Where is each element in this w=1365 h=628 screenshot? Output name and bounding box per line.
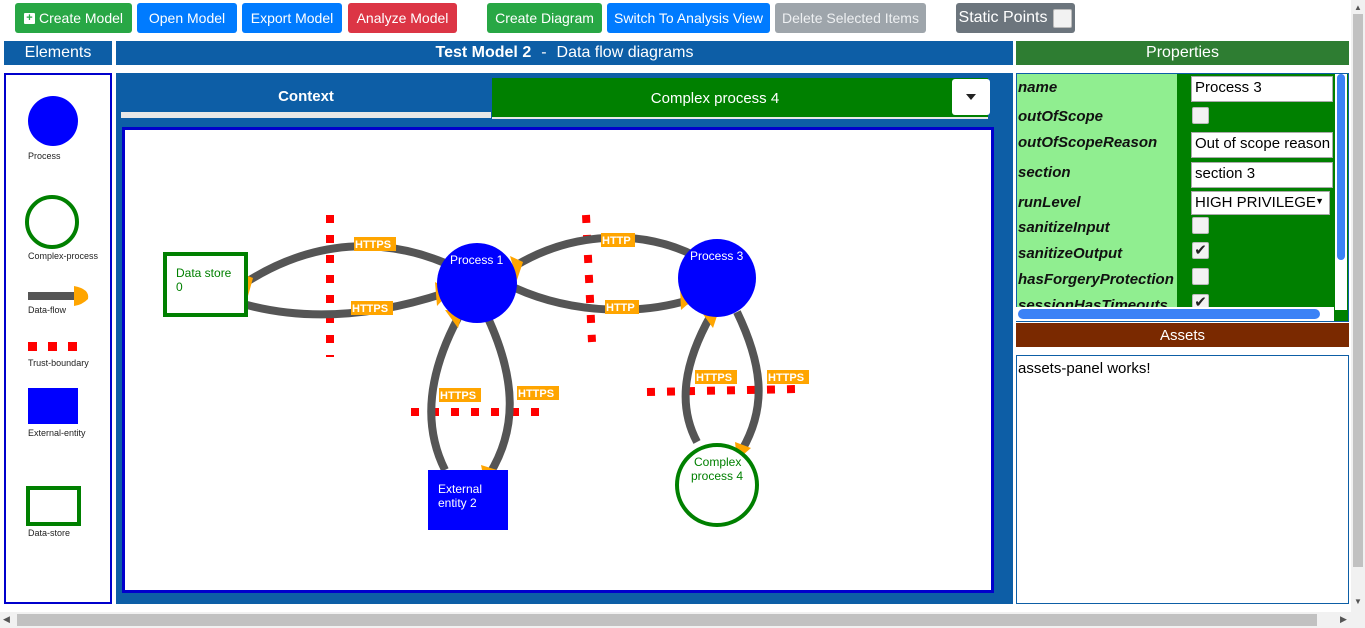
node-process-1-label: Process 1 [450,253,504,267]
prop-section-input[interactable]: section 3 [1191,162,1333,188]
flow-label-p3-cp-left: HTTPS [696,372,732,384]
flow-label-p1-ext-right: HTTPS [518,388,554,400]
plus-square-icon: + [23,12,35,24]
open-model-button[interactable]: Open Model [137,3,237,33]
palette-data-store-shape[interactable] [26,486,81,526]
palette-process-shape[interactable] [28,96,78,146]
node-process-3-label: Process 3 [690,249,744,263]
diagram-svg: HTTPS HTTPS HTTP HTTP HTTPS HTTPS HTTPS … [163,214,809,530]
palette-data-flow-shape[interactable] [28,286,89,306]
flow-label-p1-p3-bottom: HTTP [606,302,635,314]
flow-label-ds-p1-bottom: HTTPS [352,303,388,315]
tab-complex-process-4[interactable]: Complex process 4 [492,78,988,118]
prop-label-outofscope: outOfScope [1018,108,1103,125]
tab-context[interactable]: Context [121,78,491,114]
scroll-up-icon[interactable]: ▲ [1354,3,1362,12]
prop-runlevel-select[interactable]: HIGH PRIVILEGE ▼ [1191,191,1330,215]
scroll-down-icon[interactable]: ▼ [1354,597,1362,606]
prop-label-runlevel: runLevel [1018,194,1081,211]
node-external-entity-2-label-1: External [438,482,482,496]
properties-horizontal-scrollbar[interactable] [1016,307,1334,321]
diagram-area: Context Complex process 4 HTTPS HTTPS HT… [116,73,1013,604]
elements-palette: Process Complex-process Data-flow Trust-… [4,73,112,604]
properties-vertical-thumb[interactable] [1337,74,1345,260]
prop-outofscopereason-input[interactable]: Out of scope reason [1191,132,1333,158]
create-diagram-button[interactable]: Create Diagram [487,3,602,33]
flow-p1-to-ext-right[interactable] [483,314,514,478]
palette-trust-boundary-shape[interactable] [28,342,77,351]
page-horizontal-thumb[interactable] [17,614,1317,626]
model-name: Test Model 2 [435,44,532,61]
scroll-right-icon[interactable]: ▶ [1340,614,1347,625]
palette-label-data-store: Data-store [28,528,71,538]
prop-outofscope-checkbox[interactable] [1192,107,1209,124]
checkmark-icon: ✔ [1194,242,1207,259]
prop-label-section: section [1018,164,1071,181]
node-data-store-0-label-1: Data store [176,266,232,280]
select-arrow-icon: ▼ [1315,196,1324,206]
delete-selected-button[interactable]: Delete Selected Items [775,3,926,33]
palette-external-entity-shape[interactable] [28,388,78,424]
prop-hasforgeryprotection-checkbox[interactable] [1192,268,1209,285]
palette-label-process: Process [28,151,61,161]
static-points-checkbox[interactable] [1053,8,1073,28]
properties-vertical-scrollbar[interactable] [1335,74,1347,310]
prop-runlevel-value: HIGH PRIVILEGE [1195,194,1316,211]
prop-label-outofscopereason: outOfScopeReason [1018,134,1158,151]
trust-boundary-4[interactable] [646,385,798,396]
node-complex-process-4-label-2: process 4 [691,469,743,483]
create-model-label: Create Model [38,10,124,26]
node-complex-process-4-label-1: Complex [694,455,741,469]
title-separator: - [541,44,547,61]
properties-header: Properties [1016,41,1349,65]
flow-p3-to-cp-right[interactable] [733,310,763,452]
flow-ds-to-p1-top[interactable] [242,242,447,287]
node-data-store-0-label-2: 0 [176,280,183,294]
page-vertical-thumb[interactable] [1353,14,1363,567]
flow-ds-to-p1-bottom[interactable] [245,289,447,319]
palette-label-trust-boundary: Trust-boundary [28,358,89,368]
prop-name-input[interactable]: Process 3 [1191,76,1333,102]
palette-label-external-entity: External-entity [28,428,86,438]
trust-boundary-2[interactable] [582,214,596,343]
create-model-button[interactable]: + Create Model [15,3,132,33]
prop-label-sanitizeoutput: sanitizeOutput [1018,245,1123,262]
diagram-type: Data flow diagrams [556,44,694,61]
prop-label-sanitizeinput: sanitizeInput [1018,219,1110,236]
node-external-entity-2-label-2: entity 2 [438,496,477,510]
flow-label-p3-cp-right: HTTPS [768,372,804,384]
prop-label-hasforgeryprotection: hasForgeryProtection [1018,271,1174,288]
prop-label-name: name [1018,79,1058,96]
palette-label-complex-process: Complex-process [28,251,99,261]
assets-panel: assets-panel works! [1016,355,1349,604]
flow-label-ds-p1-top: HTTPS [355,239,391,251]
tab-complex-indicator [492,117,988,119]
page-horizontal-scrollbar[interactable]: ◀ ▶ [0,612,1365,628]
diagram-title: Test Model 2 - Data flow diagrams [116,41,1013,65]
flow-label-p1-p3-top: HTTP [602,235,631,247]
scroll-left-icon[interactable]: ◀ [3,614,10,625]
static-points-label: Static Points [958,9,1048,26]
switch-view-button[interactable]: Switch To Analysis View [607,3,770,33]
analyze-model-button[interactable]: Analyze Model [348,3,457,33]
prop-sanitizeoutput-checkbox[interactable]: ✔ [1192,242,1209,259]
palette-complex-process-shape[interactable] [25,195,79,249]
tab-complex-label: Complex process 4 [650,89,780,107]
flow-label-p1-ext-left: HTTPS [440,390,476,402]
assets-header: Assets [1016,323,1349,347]
static-points-toggle[interactable]: Static Points [956,3,1075,33]
palette-label-data-flow: Data-flow [28,305,67,315]
caret-down-icon [966,94,976,100]
tab-dropdown-button[interactable] [952,79,990,115]
properties-horizontal-thumb[interactable] [1018,309,1320,319]
export-model-button[interactable]: Export Model [242,3,342,33]
page-vertical-scrollbar[interactable]: ▲ ▼ [1351,0,1365,612]
tab-context-indicator [121,112,491,118]
diagram-canvas[interactable]: HTTPS HTTPS HTTP HTTP HTTPS HTTPS HTTPS … [122,127,994,593]
elements-header: Elements [4,41,112,65]
prop-sanitizeinput-checkbox[interactable] [1192,217,1209,234]
properties-panel: name outOfScope outOfScopeReason section… [1016,73,1349,322]
